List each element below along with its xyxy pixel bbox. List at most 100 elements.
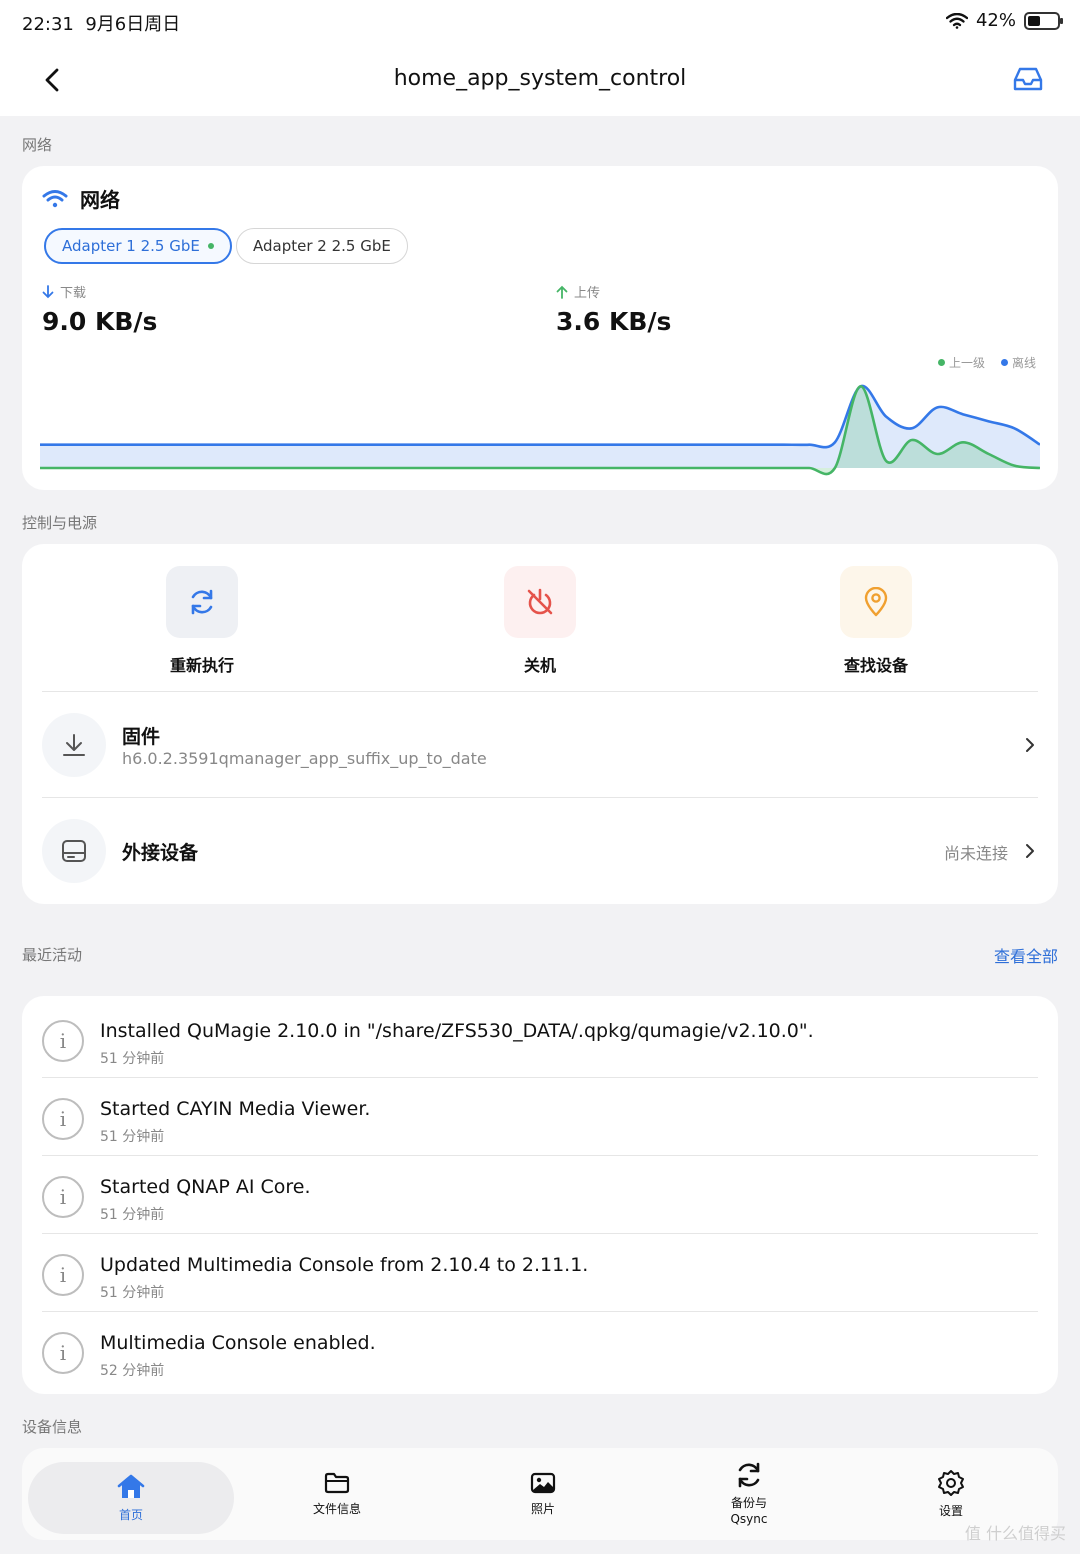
locate-label: 查找设备: [843, 656, 908, 675]
activity-section-label: 最近活动: [22, 946, 83, 964]
info-icon: i: [42, 1020, 84, 1062]
locate-icon-box: [840, 566, 912, 638]
chart-area-blue: [40, 385, 1040, 468]
arrow-down-icon: [42, 284, 54, 298]
info-icon: i: [42, 1176, 84, 1218]
watermark: 值 什么值得买: [964, 1524, 1066, 1543]
folder-icon: [324, 1472, 350, 1494]
legend-item-green: 上一级: [937, 354, 985, 371]
activity-text: Started CAYIN Media Viewer.: [100, 1098, 371, 1120]
status-bar: 22:31 9月6日周日 42%: [0, 0, 1080, 44]
shutdown-button[interactable]: 关机: [460, 566, 620, 676]
restart-label: 重新执行: [169, 656, 234, 675]
activity-text: Updated Multimedia Console from 2.10.4 t…: [100, 1254, 589, 1276]
page-title: home_app_system_control: [393, 66, 687, 91]
device-info-section-label: 设备信息: [22, 1418, 83, 1436]
list-item[interactable]: i Started CAYIN Media Viewer. 51 分钟前: [22, 1078, 1058, 1156]
tab-files[interactable]: 文件信息: [234, 1448, 440, 1540]
download-block: 下载 9.0 KB/s: [42, 282, 157, 336]
activity-text: Started QNAP AI Core.: [100, 1176, 311, 1198]
chart-legend: 上一级 离线: [937, 354, 1036, 371]
shutdown-icon-box: [504, 566, 576, 638]
external-status: 尚未连接: [943, 844, 1008, 863]
view-all-link[interactable]: 查看全部: [994, 943, 1058, 967]
network-chart: [40, 384, 1040, 476]
firmware-version: h6.0.2.3591qmanager_app_suffix_up_to_dat…: [122, 749, 487, 768]
divider: [42, 691, 1038, 692]
wifi-icon: [945, 12, 968, 29]
restart-icon-box: [166, 566, 238, 638]
drive-icon: [62, 840, 86, 862]
status-time: 22:31 9月6日周日: [22, 14, 181, 35]
upload-block: 上传 3.6 KB/s: [556, 282, 671, 336]
tab-label: 照片: [530, 1502, 555, 1516]
tab-photos[interactable]: 照片: [440, 1448, 646, 1540]
external-title: 外接设备: [122, 842, 199, 864]
info-icon: i: [42, 1098, 84, 1140]
restart-button[interactable]: 重新执行: [122, 566, 282, 676]
download-label: 下载: [60, 286, 87, 301]
legend-dot: [937, 359, 945, 366]
arrow-up-icon: [556, 285, 568, 299]
tab-label: 首页: [118, 1508, 143, 1522]
activity-time: 51 分钟前: [100, 1129, 165, 1145]
network-header: 网络: [42, 184, 120, 213]
list-item[interactable]: i Updated Multimedia Console from 2.10.4…: [22, 1234, 1058, 1312]
tab-label: 备份与 Qsync: [730, 1496, 768, 1526]
network-title: 网络: [80, 188, 120, 212]
list-item[interactable]: i Multimedia Console enabled. 52 分钟前: [22, 1312, 1058, 1390]
legend-label: 上一级: [948, 356, 985, 370]
home-icon: [117, 1474, 145, 1498]
activity-text: Installed QuMagie 2.10.0 in "/share/ZFS5…: [100, 1020, 814, 1042]
online-dot: [207, 243, 214, 249]
upload-value: 3.6 KB/s: [556, 307, 672, 336]
inbox-icon: [1013, 67, 1043, 91]
activity-card: i Installed QuMagie 2.10.0 in "/share/ZF…: [22, 996, 1058, 1394]
battery-icon: [1024, 11, 1063, 30]
adapter-1-label: Adapter 1 2.5 GbE: [62, 237, 200, 255]
divider: [42, 797, 1038, 798]
legend-item-blue: 离线: [1000, 354, 1036, 371]
legend-label: 离线: [1011, 356, 1036, 370]
inbox-button[interactable]: [1012, 64, 1046, 98]
adapter-1-pill[interactable]: Adapter 1 2.5 GbE: [44, 228, 232, 264]
activity-time: 51 分钟前: [100, 1207, 165, 1223]
network-section-label: 网络: [22, 136, 53, 154]
download-icon: [63, 734, 85, 756]
tab-backup[interactable]: 备份与 Qsync: [646, 1448, 852, 1540]
sync-icon: [738, 1462, 760, 1488]
activity-time: 51 分钟前: [100, 1285, 165, 1301]
status-right: 42%: [945, 10, 1063, 31]
chevron-right-icon: [1026, 844, 1034, 858]
battery-percent: 42%: [975, 10, 1016, 31]
battery-level: [1028, 15, 1040, 26]
activity-time: 52 分钟前: [100, 1363, 165, 1379]
locate-button[interactable]: 查找设备: [796, 566, 956, 676]
shutdown-label: 关机: [523, 656, 556, 675]
info-icon: i: [42, 1332, 84, 1374]
control-section-label: 控制与电源: [22, 514, 98, 532]
activity-text: Multimedia Console enabled.: [100, 1332, 376, 1354]
list-item[interactable]: i Started QNAP AI Core. 51 分钟前: [22, 1156, 1058, 1234]
legend-dot: [1000, 359, 1008, 366]
refresh-icon: [191, 589, 213, 615]
photo-icon: [530, 1472, 556, 1494]
nav-bar: home_app_system_control: [0, 44, 1080, 116]
tab-label: 文件信息: [312, 1502, 361, 1516]
firmware-title: 固件: [122, 726, 161, 748]
firmware-icon-box: [42, 713, 106, 777]
power-off-icon: [527, 588, 553, 615]
location-pin-icon: [864, 587, 888, 617]
chevron-right-icon: [1026, 738, 1034, 752]
gear-icon: [938, 1470, 964, 1496]
download-value: 9.0 KB/s: [42, 307, 158, 336]
list-item[interactable]: i Installed QuMagie 2.10.0 in "/share/ZF…: [22, 1000, 1058, 1078]
external-icon-box: [42, 819, 106, 883]
activity-time: 51 分钟前: [100, 1051, 165, 1067]
network-card: 网络 Adapter 1 2.5 GbE Adapter 2 2.5 GbE 下…: [22, 166, 1058, 490]
tab-bar: 首页 文件信息 照片 备份与 Qsync 设置: [22, 1448, 1058, 1540]
tab-home[interactable]: 首页: [28, 1462, 234, 1534]
adapter-2-pill[interactable]: Adapter 2 2.5 GbE: [236, 228, 408, 264]
tab-label: 设置: [938, 1504, 963, 1518]
wifi-icon: [42, 189, 68, 207]
